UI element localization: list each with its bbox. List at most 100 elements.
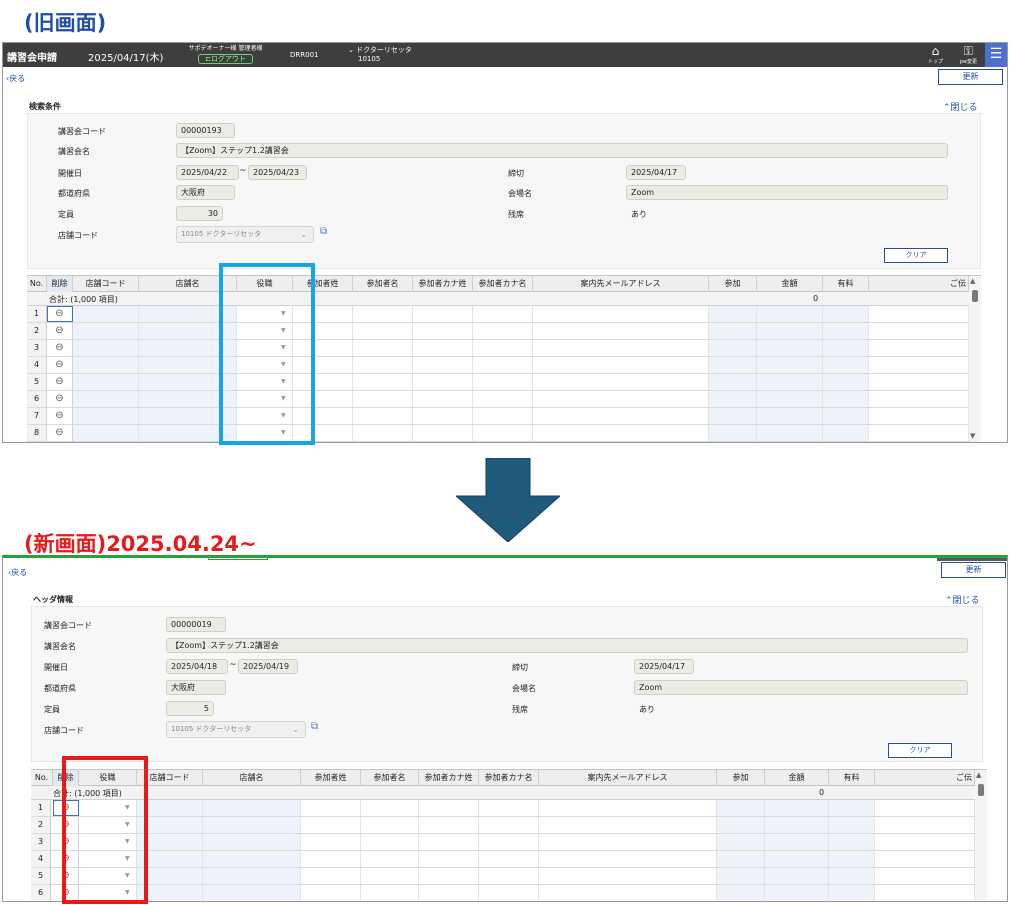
email-cell[interactable] <box>533 408 709 424</box>
kana-first-cell[interactable] <box>479 817 539 833</box>
kana-first-cell[interactable] <box>479 834 539 850</box>
message-cell[interactable] <box>869 391 969 407</box>
store-name-cell[interactable] <box>203 885 301 901</box>
kana-last-cell[interactable] <box>413 323 473 339</box>
paid-cell[interactable] <box>829 817 875 833</box>
col-email[interactable]: 案内先メールアドレス <box>533 276 709 292</box>
table-row[interactable]: 5 ⊖ ▼ <box>27 374 969 391</box>
first-name-cell[interactable] <box>361 800 419 816</box>
first-name-cell[interactable] <box>353 357 413 373</box>
email-cell[interactable] <box>533 340 709 356</box>
store-code-cell[interactable] <box>73 306 139 322</box>
col-paid[interactable]: 有料 <box>823 276 869 292</box>
kana-last-cell[interactable] <box>413 357 473 373</box>
paid-cell[interactable] <box>823 374 869 390</box>
col-store-name[interactable]: 店舗名 <box>203 770 301 786</box>
store-code-cell[interactable] <box>73 357 139 373</box>
kana-first-cell[interactable] <box>473 306 533 322</box>
table-row[interactable]: 3 ⊖ ▼ <box>27 340 969 357</box>
email-cell[interactable] <box>533 391 709 407</box>
attend-cell[interactable] <box>709 357 757 373</box>
store-code-cell[interactable] <box>73 391 139 407</box>
amount-cell[interactable] <box>765 885 829 901</box>
email-cell[interactable] <box>539 868 717 884</box>
kana-last-cell[interactable] <box>419 834 479 850</box>
col-email[interactable]: 案内先メールアドレス <box>539 770 717 786</box>
message-cell[interactable] <box>875 868 975 884</box>
store-selector[interactable]: ⌄ ドクターリセッタ 10105 <box>348 46 412 64</box>
paid-cell[interactable] <box>829 885 875 901</box>
first-name-cell[interactable] <box>353 374 413 390</box>
first-name-cell[interactable] <box>353 323 413 339</box>
table-row[interactable]: 6 ⊖ ▼ <box>27 391 969 408</box>
amount-cell[interactable] <box>757 391 823 407</box>
store-code-cell[interactable] <box>73 340 139 356</box>
first-name-cell[interactable] <box>361 851 419 867</box>
amount-cell[interactable] <box>765 851 829 867</box>
kana-last-cell[interactable] <box>419 885 479 901</box>
message-cell[interactable] <box>869 340 969 356</box>
last-name-cell[interactable] <box>301 851 361 867</box>
table-row[interactable]: 5 ⊖ ▼ <box>31 868 975 885</box>
last-name-cell[interactable] <box>301 834 361 850</box>
attend-cell[interactable] <box>717 868 765 884</box>
col-delete[interactable]: 削除 <box>47 276 73 292</box>
attend-cell[interactable] <box>709 408 757 424</box>
clear-button[interactable]: クリア <box>884 248 948 263</box>
delete-row-icon[interactable]: ⊖ <box>47 357 73 373</box>
delete-row-icon[interactable]: ⊖ <box>47 425 73 441</box>
amount-cell[interactable] <box>765 834 829 850</box>
table-row[interactable]: 1 ⊖ ▼ <box>27 306 969 323</box>
clear-button[interactable]: クリア <box>888 743 952 758</box>
col-kana-first[interactable]: 参加者カナ名 <box>479 770 539 786</box>
external-link-icon[interactable]: ⧉ <box>320 226 327 237</box>
message-cell[interactable] <box>875 885 975 901</box>
paid-cell[interactable] <box>823 357 869 373</box>
attend-cell[interactable] <box>717 800 765 816</box>
attend-cell[interactable] <box>717 834 765 850</box>
kana-first-cell[interactable] <box>473 391 533 407</box>
col-store-code[interactable]: 店舗コード <box>73 276 139 292</box>
password-change-button[interactable]: ⚿ pw変更 <box>960 45 977 67</box>
last-name-cell[interactable] <box>301 868 361 884</box>
table-row[interactable]: 4 ⊖ ▼ <box>27 357 969 374</box>
table-row[interactable]: 8 ⊖ ▼ <box>27 425 969 442</box>
table-row[interactable]: 1 ⊖ ▼ <box>31 800 975 817</box>
kana-last-cell[interactable] <box>413 340 473 356</box>
message-cell[interactable] <box>869 425 969 441</box>
col-amount[interactable]: 金額 <box>765 770 829 786</box>
grid-scrollbar[interactable]: ▲ <box>975 770 987 901</box>
attend-cell[interactable] <box>717 885 765 901</box>
col-amount[interactable]: 金額 <box>757 276 823 292</box>
email-cell[interactable] <box>539 851 717 867</box>
paid-cell[interactable] <box>823 425 869 441</box>
scroll-thumb[interactable] <box>972 290 978 302</box>
attend-cell[interactable] <box>709 374 757 390</box>
kana-first-cell[interactable] <box>473 323 533 339</box>
col-first-name[interactable]: 参加者名 <box>353 276 413 292</box>
scroll-up-icon[interactable]: ▲ <box>976 771 981 779</box>
kana-first-cell[interactable] <box>473 340 533 356</box>
kana-last-cell[interactable] <box>419 851 479 867</box>
kana-last-cell[interactable] <box>413 374 473 390</box>
email-cell[interactable] <box>533 425 709 441</box>
paid-cell[interactable] <box>823 306 869 322</box>
col-paid[interactable]: 有料 <box>829 770 875 786</box>
first-name-cell[interactable] <box>353 408 413 424</box>
store-name-cell[interactable] <box>203 800 301 816</box>
message-cell[interactable] <box>875 834 975 850</box>
table-row[interactable]: 4 ⊖ ▼ <box>31 851 975 868</box>
table-row[interactable]: 6 ⊖ ▼ <box>31 885 975 901</box>
store-name-cell[interactable] <box>203 868 301 884</box>
first-name-cell[interactable] <box>353 306 413 322</box>
kana-last-cell[interactable] <box>413 408 473 424</box>
col-first-name[interactable]: 参加者名 <box>361 770 419 786</box>
paid-cell[interactable] <box>829 800 875 816</box>
message-cell[interactable] <box>869 323 969 339</box>
col-message[interactable]: ご伝 <box>875 770 975 786</box>
kana-last-cell[interactable] <box>419 868 479 884</box>
external-link-icon[interactable]: ⧉ <box>311 721 318 732</box>
paid-cell[interactable] <box>829 868 875 884</box>
store-name-cell[interactable] <box>203 851 301 867</box>
scroll-down-icon[interactable]: ▼ <box>970 432 975 440</box>
